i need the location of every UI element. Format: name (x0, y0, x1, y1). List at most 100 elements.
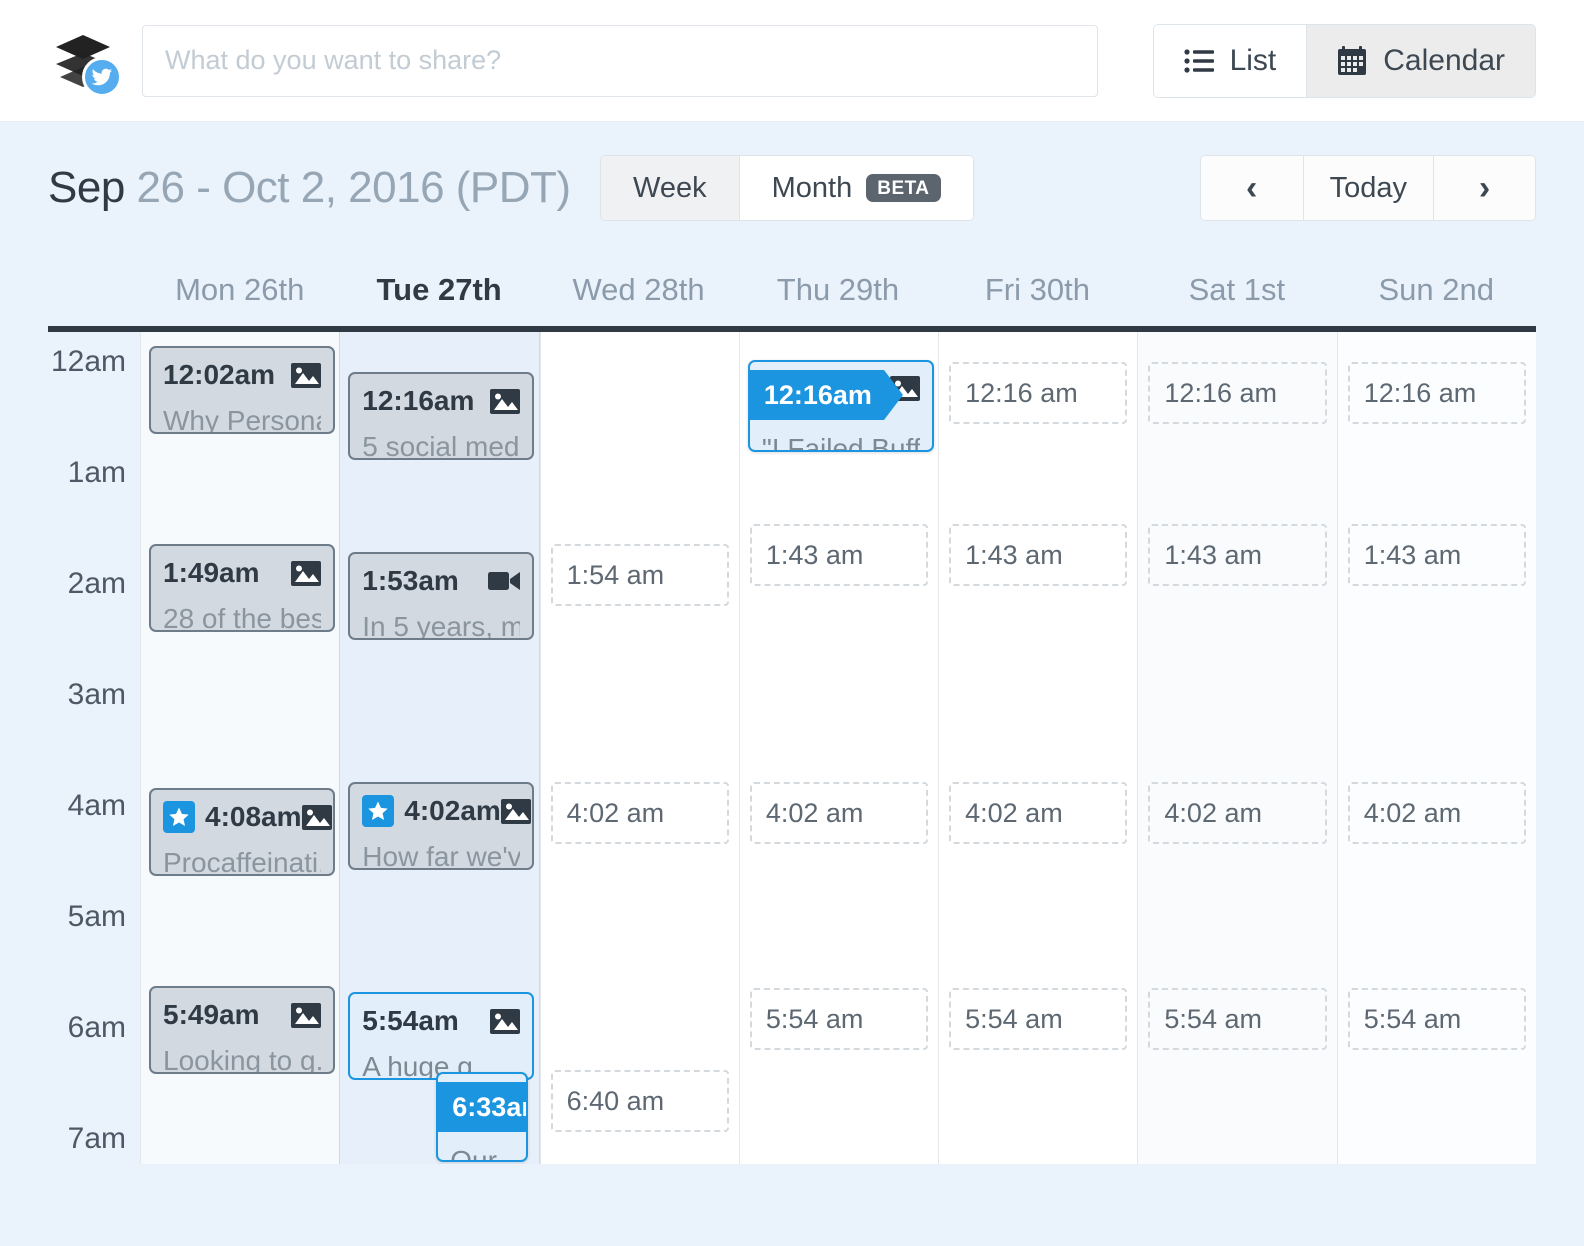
view-list-label: List (1230, 44, 1277, 78)
day-column-today[interactable]: 12:16am5 social medi... 1:53am In 5 years,… (339, 332, 539, 1164)
day-header-wed[interactable]: Wed 28th (539, 254, 738, 326)
image-icon (490, 1009, 520, 1034)
calendar-event[interactable]: 12:16am5 social medi... (348, 372, 534, 460)
calendar-event[interactable]: 12:02amWhy Persona... (149, 346, 335, 434)
star-icon (163, 801, 195, 833)
empty-slot-time: 1:43 am (965, 540, 1063, 571)
next-week-button[interactable]: › (1433, 156, 1535, 220)
event-time: 4:02am (404, 797, 501, 825)
calendar-grid: 12am1am2am3am4am5am6am7am 12:02amWhy Per… (48, 332, 1536, 1164)
hour-label: 2am (68, 567, 126, 601)
buffer-logo[interactable] (48, 29, 124, 93)
day-column-wed[interactable]: 1:54 am 6:40 am 4:02 am (540, 332, 739, 1164)
span-week-label: Week (633, 172, 707, 205)
span-month-label: Month (772, 172, 853, 205)
beta-badge: BETA (866, 174, 940, 202)
day-header-mon[interactable]: Mon 26th (140, 254, 339, 326)
day-header-fri[interactable]: Fri 30th (938, 254, 1137, 326)
composer-input[interactable] (142, 25, 1098, 97)
empty-slot[interactable]: 5:54 am (949, 988, 1127, 1050)
empty-slot-time: 12:16 am (1164, 378, 1277, 409)
view-toggle: List (1153, 24, 1536, 98)
empty-slot[interactable]: 4:02 am (949, 782, 1127, 844)
image-icon (490, 389, 520, 414)
calendar-event[interactable]: 5:54amA huge g (348, 992, 534, 1080)
chevron-left-icon: ‹ (1246, 171, 1257, 205)
empty-slot[interactable]: 1:43 am (1348, 524, 1526, 586)
empty-slot-time: 5:54 am (766, 1004, 864, 1035)
empty-slot[interactable]: 5:54 am (1348, 988, 1526, 1050)
today-button[interactable]: Today (1303, 156, 1433, 220)
event-text: Our ... (450, 1146, 514, 1162)
empty-slot-time: 5:54 am (1364, 1004, 1462, 1035)
calendar-event[interactable]: 6:33amOur ... (436, 1072, 528, 1162)
empty-slot[interactable]: 1:43 am (750, 524, 928, 586)
empty-slot-time: 12:16 am (1364, 378, 1477, 409)
event-time: 5:49am (163, 1001, 260, 1029)
event-text: Looking to g... (163, 1046, 321, 1074)
calendar-event[interactable]: 5:49am Looking to g... (149, 986, 335, 1074)
chevron-right-icon: › (1479, 171, 1490, 205)
calendar-event[interactable]: 1:53am In 5 years, m... (348, 552, 534, 640)
empty-slot-time: 4:02 am (766, 798, 864, 829)
empty-slot[interactable]: 1:43 am (1148, 524, 1326, 586)
span-month-button[interactable]: Month BETA (739, 156, 973, 220)
event-text: How far we'v... (362, 842, 520, 870)
event-time: 12:02am (163, 361, 275, 389)
image-icon (501, 799, 531, 824)
empty-slot-time: 1:43 am (766, 540, 864, 571)
day-header-row: Mon 26thTue 27thWed 28thThu 29thFri 30th… (48, 254, 1536, 326)
event-time: 12:16am (362, 387, 474, 415)
day-header-today[interactable]: Tue 27th (339, 254, 538, 326)
day-column-thu[interactable]: 1:43 am 4:02 am 5:54 am 12:16am"I Failed Bu… (739, 332, 938, 1164)
day-column-sun[interactable]: 12:16 am 1:43 am 4:02 am 5:54 am (1337, 332, 1536, 1164)
day-column-mon[interactable]: 12:02amWhy Persona... 1:49am28 of the bes… (140, 332, 339, 1164)
empty-slot[interactable]: 4:02 am (1348, 782, 1526, 844)
span-week-button[interactable]: Week (601, 156, 739, 220)
event-time-tag: 12:16am (750, 370, 884, 420)
image-icon (291, 363, 321, 388)
empty-slot[interactable]: 4:02 am (1148, 782, 1326, 844)
day-column-sat[interactable]: 12:16 am 1:43 am 4:02 am 5:54 am (1137, 332, 1336, 1164)
day-header-sat[interactable]: Sat 1st (1137, 254, 1336, 326)
event-text: In 5 years, m... (362, 612, 520, 640)
calendar-event[interactable]: 4:08amProcaffeinati... (149, 788, 335, 876)
empty-slot[interactable]: 5:54 am (750, 988, 928, 1050)
empty-slot[interactable]: 4:02 am (750, 782, 928, 844)
calendar-event[interactable]: 4:02am How far we'v... (348, 782, 534, 870)
empty-slot[interactable]: 12:16 am (1148, 362, 1326, 424)
twitter-badge (82, 57, 122, 97)
hour-label: 4am (68, 789, 126, 823)
view-calendar-button[interactable]: Calendar (1306, 25, 1535, 97)
list-icon (1184, 48, 1214, 74)
day-column-fri[interactable]: 12:16 am 1:43 am 4:02 am 5:54 am (938, 332, 1137, 1164)
empty-slot[interactable]: 1:54 am (551, 544, 729, 606)
empty-slot[interactable]: 4:02 am (551, 782, 729, 844)
empty-slot[interactable]: 12:16 am (1348, 362, 1526, 424)
empty-slot[interactable]: 6:40 am (551, 1070, 729, 1132)
day-header-thu[interactable]: Thu 29th (738, 254, 937, 326)
view-calendar-label: Calendar (1383, 44, 1505, 78)
calendar-event[interactable]: 12:16am"I Failed Buff... (748, 360, 934, 452)
calendar: Mon 26thTue 27thWed 28thThu 29thFri 30th… (0, 254, 1584, 1164)
empty-slot[interactable]: 5:54 am (1148, 988, 1326, 1050)
empty-slot-time: 4:02 am (965, 798, 1063, 829)
empty-slot-time: 1:43 am (1164, 540, 1262, 571)
date-range-month: Sep (48, 163, 125, 212)
prev-week-button[interactable]: ‹ (1201, 156, 1303, 220)
calendar-event[interactable]: 1:49am28 of the bes... (149, 544, 335, 632)
empty-slot-time: 4:02 am (1164, 798, 1262, 829)
span-toggle: Week Month BETA (600, 155, 974, 221)
image-icon (302, 805, 332, 830)
event-time: 5:54am (362, 1007, 459, 1035)
calendar-icon (1337, 46, 1367, 76)
day-header-sun[interactable]: Sun 2nd (1337, 254, 1536, 326)
event-time: 1:53am (362, 567, 459, 595)
event-time: 1:49am (163, 559, 260, 587)
date-range-rest: 26 - Oct 2, 2016 (PDT) (137, 163, 571, 212)
top-bar: List (0, 0, 1584, 122)
date-range-title: Sep 26 - Oct 2, 2016 (PDT) (48, 163, 571, 213)
empty-slot[interactable]: 12:16 am (949, 362, 1127, 424)
view-list-button[interactable]: List (1154, 25, 1307, 97)
empty-slot[interactable]: 1:43 am (949, 524, 1127, 586)
